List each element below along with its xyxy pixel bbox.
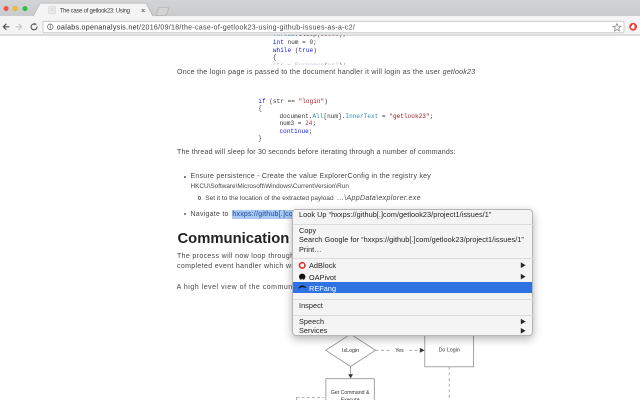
svg-text:oalabs.openanalysis.net/2016/0: oalabs.openanalysis.net/2016/09/18/the-c…: [57, 24, 355, 31]
svg-text:The case of getlook23: Using: The case of getlook23: Using: [60, 9, 130, 15]
svg-text:Do Login: Do Login: [439, 347, 460, 353]
svg-text:Get Command &: Get Command &: [331, 390, 370, 396]
svg-text:Yes: Yes: [395, 348, 404, 354]
svg-text:IsLogin: IsLogin: [342, 348, 359, 354]
